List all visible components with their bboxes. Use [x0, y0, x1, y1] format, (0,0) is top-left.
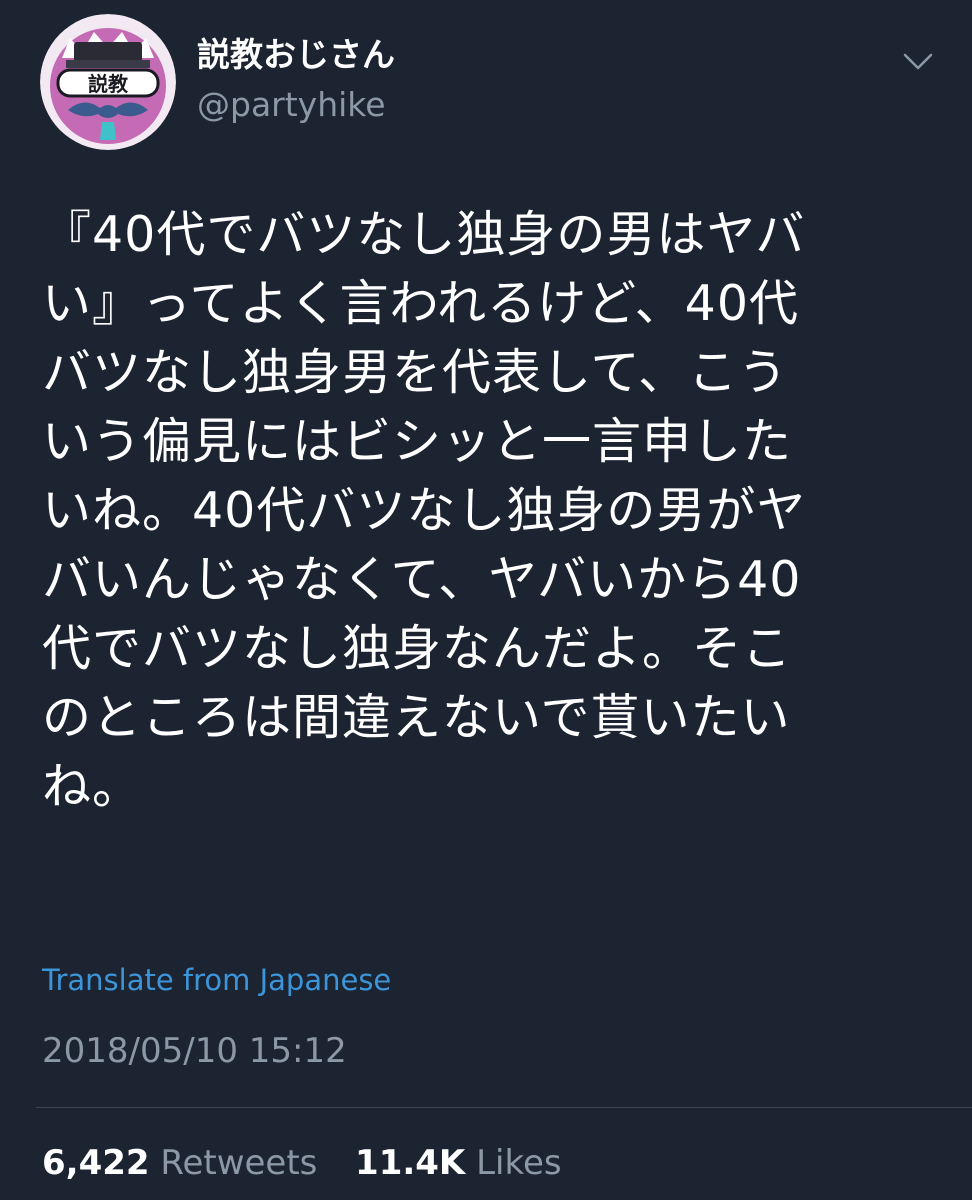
display-name[interactable]: 説教おじさん	[197, 38, 395, 71]
avatar-image: 説教	[40, 14, 176, 150]
tweet-text-line: いう偏見にはビシッと一言申した	[42, 413, 793, 470]
translate-link[interactable]: Translate from Japanese	[42, 966, 391, 995]
tweet-text-line: 『40代でバツなし独身の男はヤバ	[42, 206, 806, 263]
likes-count: 11.4K	[355, 1143, 466, 1183]
likes-stat[interactable]: 11.4K Likes	[355, 1143, 562, 1183]
tweet-text: 『40代でバツなし独身の男はヤバ い』ってよく言われるけど、40代 バツなし独身…	[42, 200, 928, 821]
likes-label: Likes	[476, 1143, 562, 1183]
tweet-text-line: ね。	[42, 758, 143, 815]
tweet-card: 説教 説教おじさん @partyhike 『40代でバツなし独身の男はヤバ い』…	[0, 0, 972, 1200]
tweet-text-line: い』ってよく言われるけど、40代	[42, 275, 800, 332]
tweet-text-line: のところは間違えないで貰いたい	[42, 689, 791, 746]
tweet-text-line: 代でバツなし独身なんだよ。そこ	[42, 620, 793, 677]
retweets-stat[interactable]: 6,422 Retweets	[42, 1143, 328, 1183]
retweets-label: Retweets	[160, 1143, 318, 1183]
tweet-stats: 6,422 Retweets 11.4K Likes	[42, 1146, 562, 1180]
tweet-text-line: いね。40代バツなし独身の男がヤ	[42, 482, 807, 539]
avatar-label: 説教	[88, 72, 129, 96]
divider	[36, 1107, 972, 1108]
retweets-count: 6,422	[42, 1143, 150, 1183]
chevron-down-icon[interactable]	[902, 50, 934, 74]
tweet-timestamp: 2018/05/10 15:12	[42, 1031, 347, 1071]
avatar[interactable]: 説教	[40, 14, 176, 150]
tweet-text-line: バいんじゃなくて、ヤバいから40	[42, 551, 802, 608]
tweet-text-line: バツなし独身男を代表して、こう	[42, 344, 789, 401]
user-handle[interactable]: @partyhike	[197, 88, 386, 121]
